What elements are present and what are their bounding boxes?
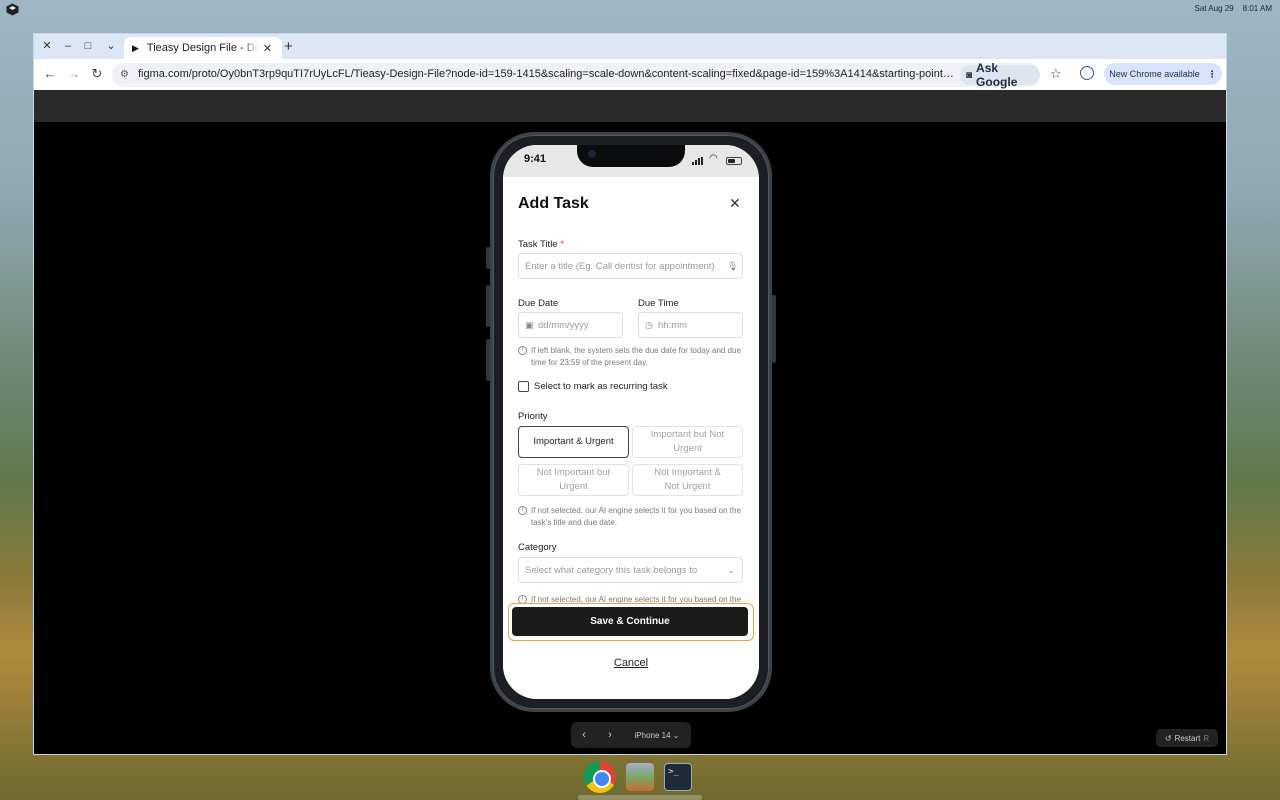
save-focus-ring: Save & Continue — [508, 603, 754, 641]
cancel-link[interactable]: Cancel — [503, 657, 759, 669]
tab-close-icon[interactable]: ✕ — [263, 42, 272, 55]
priority-label: Priority — [518, 411, 548, 422]
due-hint-text: If left blank, the system sets the due d… — [531, 346, 741, 367]
tab-title: Tieasy Design File - Design — [146, 42, 259, 54]
minimize-icon[interactable]: – — [61, 39, 75, 53]
profile-icon[interactable] — [1080, 66, 1094, 80]
figma-play-icon: ▶ — [132, 42, 139, 53]
phone-screen: 9:41 ◠ Add Task ✕ Task Title * Enter a t… — [503, 145, 759, 699]
priority-hint-text: If not selected, our AI engine selects i… — [531, 506, 741, 527]
site-info-icon[interactable]: ⚙ — [120, 69, 129, 80]
tab-bar: ✕ – □ ⌄ ▶ Tieasy Design File - Design ✕ … — [34, 34, 1226, 59]
due-date-input[interactable]: ▣ dd/mm/yyyy — [518, 312, 623, 338]
recurring-label[interactable]: Select to mark as recurring task — [534, 381, 668, 392]
priority-important-urgent[interactable]: Important & Urgent — [518, 426, 629, 458]
tray-date: Sat Aug 29 — [1194, 4, 1234, 13]
due-hint: i If left blank, the system sets the due… — [518, 345, 744, 369]
prototype-nav: ‹ › iPhone 14 ⌄ — [571, 722, 691, 748]
device-selector[interactable]: iPhone 14 ⌄ — [623, 731, 691, 740]
back-icon[interactable]: ← — [42, 66, 58, 81]
ask-google-button[interactable]: ◙ Ask Google — [960, 61, 1040, 89]
lens-icon: ◙ — [966, 69, 973, 81]
restart-label: Restart — [1174, 733, 1201, 743]
bookmark-star-icon[interactable]: ☆ — [1050, 66, 1062, 82]
iphone-frame: 9:41 ◠ Add Task ✕ Task Title * Enter a t… — [486, 132, 776, 712]
recurring-checkbox[interactable] — [518, 381, 529, 392]
info-icon: i — [518, 506, 527, 515]
ask-google-label: Ask Google — [976, 61, 1018, 89]
side-button — [486, 247, 490, 269]
due-date-placeholder: dd/mm/yyyy — [538, 320, 589, 331]
os-top-bar: Sat Aug 29 8:01 AM — [0, 0, 1280, 18]
terminal-app-icon[interactable]: >_ — [664, 763, 692, 791]
clock-icon: ◷ — [645, 320, 653, 330]
previous-frame-icon[interactable]: ‹ — [571, 729, 597, 741]
update-label: New Chrome available — [1109, 69, 1200, 79]
prototype-canvas: 9:41 ◠ Add Task ✕ Task Title * Enter a t… — [34, 122, 1226, 754]
status-bar: 9:41 ◠ — [503, 145, 759, 177]
chrome-update-button[interactable]: New Chrome available ⋮ — [1104, 63, 1222, 85]
side-button — [486, 339, 490, 381]
due-time-input[interactable]: ◷ hh:mm — [638, 312, 743, 338]
shelf: >_ — [578, 757, 702, 797]
system-tray[interactable]: Sat Aug 29 8:01 AM — [1194, 4, 1272, 13]
new-tab-icon[interactable]: + — [284, 38, 293, 55]
battery-icon — [726, 157, 742, 165]
launcher-icon[interactable] — [6, 3, 19, 16]
browser-tab[interactable]: ▶ Tieasy Design File - Design ✕ — [124, 37, 282, 59]
camera-icon — [588, 150, 596, 158]
page-title: Add Task — [518, 195, 589, 212]
image-app-icon[interactable] — [626, 763, 654, 791]
chrome-app-icon[interactable] — [584, 761, 616, 793]
tab-search-chevron-icon[interactable]: ⌄ — [104, 39, 118, 53]
signal-icon — [692, 157, 703, 165]
info-icon: i — [518, 346, 527, 355]
reload-icon[interactable]: ↻ — [89, 66, 105, 82]
task-title-input[interactable]: Enter a title (Eg. Call dentist for appo… — [518, 253, 743, 279]
status-time: 9:41 — [524, 153, 547, 165]
wifi-icon: ◠ — [709, 153, 718, 164]
tray-time: 8:01 AM — [1242, 4, 1272, 13]
priority-not-important-not-urgent[interactable]: Not Important & Not Urgent — [632, 464, 743, 496]
due-time-label: Due Time — [638, 298, 679, 309]
add-task-sheet: Add Task ✕ Task Title * Enter a title (E… — [503, 177, 759, 699]
figma-prototype-bar — [34, 90, 1226, 122]
browser-window: ✕ – □ ⌄ ▶ Tieasy Design File - Design ✕ … — [33, 33, 1227, 755]
task-title-label: Task Title * — [518, 239, 564, 250]
required-mark: * — [560, 239, 564, 250]
url-text[interactable]: figma.com/proto/Oy0bnT3rp9quTI7rUyLcFL/T… — [138, 68, 954, 80]
restart-button[interactable]: ↺ Restart R — [1156, 729, 1218, 747]
category-select[interactable]: Select what category this task belongs t… — [518, 557, 743, 583]
chevron-down-icon: ⌄ — [727, 565, 735, 575]
category-label: Category — [518, 542, 557, 553]
due-time-placeholder: hh:mm — [658, 320, 688, 331]
due-date-label: Due Date — [518, 298, 559, 309]
address-bar[interactable]: ⚙ figma.com/proto/Oy0bnT3rp9quTI7rUyLcFL… — [112, 61, 1040, 89]
save-continue-button[interactable]: Save & Continue — [512, 607, 748, 636]
microphone-icon[interactable]: 🎙 — [727, 261, 738, 272]
next-frame-icon[interactable]: › — [597, 729, 623, 741]
task-title-label-text: Task Title — [518, 239, 558, 250]
priority-important-not-urgent[interactable]: Important but Not Urgent — [632, 426, 743, 458]
device-label: iPhone 14 — [634, 730, 671, 740]
maximize-icon[interactable]: □ — [81, 39, 95, 53]
restart-shortcut: R — [1203, 733, 1210, 743]
kebab-menu-icon[interactable]: ⋮ — [1208, 69, 1217, 80]
restart-icon: ↺ — [1164, 733, 1172, 743]
task-title-placeholder: Enter a title (Eg. Call dentist for appo… — [525, 261, 715, 272]
forward-icon[interactable]: → — [66, 66, 82, 81]
side-button — [486, 285, 490, 327]
close-window-icon[interactable]: ✕ — [40, 39, 54, 53]
side-button — [772, 295, 776, 363]
close-icon[interactable]: ✕ — [729, 195, 741, 212]
calendar-icon: ▣ — [525, 320, 534, 330]
browser-toolbar: ← → ↻ ⚙ figma.com/proto/Oy0bnT3rp9quTI7r… — [34, 59, 1226, 90]
priority-not-important-urgent[interactable]: Not Important but Urgent — [518, 464, 629, 496]
shelf-indicator — [578, 795, 702, 800]
category-placeholder: Select what category this task belongs t… — [525, 565, 698, 576]
priority-hint: i If not selected, our AI engine selects… — [518, 505, 744, 529]
notch — [577, 145, 685, 167]
